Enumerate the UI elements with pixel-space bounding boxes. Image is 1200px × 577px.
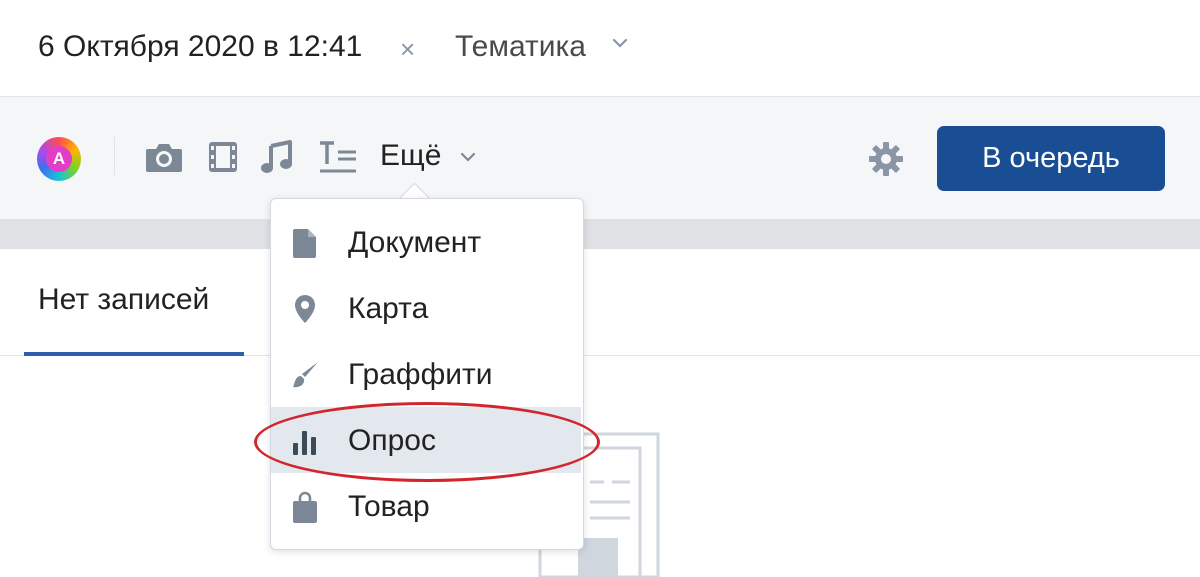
gear-icon[interactable] <box>867 140 905 178</box>
avatar[interactable]: A <box>37 137 81 181</box>
shopping-bag-icon <box>293 491 317 523</box>
menu-item-label: Документ <box>348 226 482 259</box>
divider <box>114 137 115 175</box>
menu-item-document[interactable]: Документ <box>271 209 581 275</box>
highlight-annotation <box>254 402 600 482</box>
active-tab-indicator <box>24 352 244 356</box>
post-date[interactable]: 6 Октября 2020 в 12:41 <box>38 30 362 64</box>
more-attachments-button[interactable]: Ещё <box>380 139 441 173</box>
menu-item-label: Граффити <box>348 358 493 391</box>
chevron-down-icon[interactable] <box>459 150 477 164</box>
menu-item-graffiti[interactable]: Граффити <box>271 341 581 407</box>
menu-item-label: Карта <box>348 292 429 325</box>
clear-date-icon[interactable]: × <box>400 34 415 65</box>
document-icon <box>293 229 316 258</box>
chevron-down-icon[interactable] <box>611 34 629 52</box>
menu-item-map[interactable]: Карта <box>271 275 581 341</box>
music-icon[interactable] <box>260 138 294 176</box>
camera-icon[interactable] <box>144 138 184 176</box>
divider <box>0 219 1200 249</box>
film-icon[interactable] <box>207 138 239 176</box>
menu-item-label: Товар <box>348 490 430 523</box>
brush-icon <box>293 362 318 388</box>
text-format-icon[interactable] <box>318 138 358 176</box>
post-header: 6 Октября 2020 в 12:41 × Тематика <box>0 0 1200 97</box>
map-pin-icon <box>295 295 315 323</box>
tab-no-posts[interactable]: Нет записей <box>38 283 209 317</box>
menu-item-product[interactable]: Товар <box>271 473 581 539</box>
queue-button[interactable]: В очередь <box>937 126 1165 191</box>
topic-dropdown[interactable]: Тематика <box>455 30 586 64</box>
